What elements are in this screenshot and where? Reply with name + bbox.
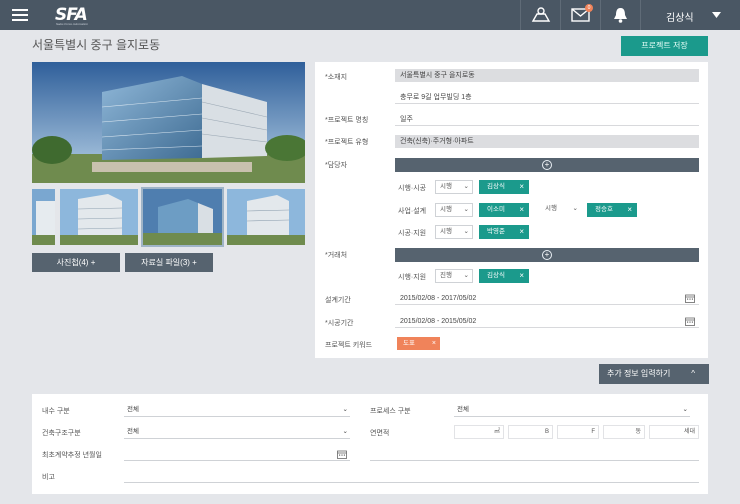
remove-icon: ×: [519, 205, 524, 214]
project-type-label: *프로젝트 유형: [325, 139, 369, 146]
more-info-toggle-button[interactable]: 추가 정보 입력하기 ^: [599, 364, 709, 384]
domestic-select[interactable]: 전체 ⌄: [124, 403, 350, 417]
structure-select[interactable]: 전체 ⌄: [124, 425, 350, 439]
calendar-icon[interactable]: [337, 450, 347, 459]
structure-label: 건축구조구분: [42, 430, 81, 437]
bell-icon: [614, 8, 627, 23]
chevron-down-icon: ⌄: [342, 406, 348, 413]
user-name[interactable]: 김상식: [666, 9, 694, 24]
manager-role: 사업·설계: [398, 208, 427, 215]
chevron-down-icon: ⌄: [342, 428, 348, 435]
manager-label: *담당자: [325, 162, 348, 169]
chevron-down-icon: ⌄: [463, 206, 469, 213]
building-image: [32, 62, 305, 183]
address-detail-field[interactable]: 충무로 9길 업무빌딩 1층: [395, 91, 699, 104]
chevron-down-icon: ⌄: [682, 406, 688, 413]
remove-icon: ×: [431, 340, 436, 347]
map-icon: [531, 7, 551, 22]
photo-thumbnail[interactable]: [227, 189, 305, 245]
area-label: 연면적: [370, 430, 390, 437]
floors-input[interactable]: F: [557, 425, 599, 439]
remove-icon: ×: [519, 227, 524, 236]
manager-role: 시공·지원: [398, 230, 427, 237]
add-plus-icon[interactable]: +: [542, 160, 552, 170]
client-label: *거래처: [325, 252, 348, 259]
households-input[interactable]: 세대: [649, 425, 699, 439]
additional-info-panel: 내수 구분 전체 ⌄ 프로세스 구분 전체 ⌄ 건축구조구분 전체 ⌄ 연면적 ㎡ B…: [32, 394, 708, 494]
keyword-label: 프로젝트 키워드: [325, 342, 373, 349]
design-period-label: 설계기간: [325, 297, 351, 304]
buildings-input[interactable]: 동: [603, 425, 645, 439]
photo-thumbnail[interactable]: [60, 189, 138, 245]
address-label: *소재지: [325, 74, 348, 81]
calendar-icon[interactable]: [685, 317, 695, 326]
chevron-down-icon: ⌄: [463, 272, 469, 279]
area-input[interactable]: ㎡: [454, 425, 504, 439]
basement-floors-input[interactable]: B: [508, 425, 553, 439]
client-chip[interactable]: 김상식 ×: [479, 269, 529, 283]
logo-subtitle: Sales Force Automation: [56, 22, 88, 26]
photo-thumbnail-selected[interactable]: [141, 187, 224, 247]
contract-date-field[interactable]: [124, 447, 350, 461]
photo-album-button[interactable]: 사진첩(4) +: [32, 253, 120, 272]
messages-button[interactable]: [560, 0, 600, 30]
caret-down-icon[interactable]: [712, 12, 721, 18]
project-type-field[interactable]: 건축(신축)·주거형·아파트: [395, 135, 699, 148]
chevron-down-icon: ⌄: [463, 183, 469, 190]
manager-chip[interactable]: 이소미 ×: [479, 203, 529, 217]
project-name-field[interactable]: 일주: [395, 113, 699, 126]
save-project-button[interactable]: 프로젝트 저장: [621, 36, 708, 56]
manager-role: 시행·시공: [398, 185, 427, 192]
note-field[interactable]: [124, 469, 699, 483]
top-navigation-bar: SFA Sales Force Automation 0 김상식: [0, 0, 740, 30]
chevron-down-icon: ⌄: [572, 205, 578, 212]
map-button[interactable]: [520, 0, 560, 30]
process-label: 프로세스 구분: [370, 408, 411, 415]
manager-role-select[interactable]: 시행 ⌄: [435, 225, 473, 239]
design-period-field[interactable]: 2015/02/08 - 2017/05/02: [395, 292, 699, 305]
contract-date-label: 최초계약추정 년월일: [42, 452, 102, 459]
build-period-label: *시공기간: [325, 320, 354, 327]
manager-role-select[interactable]: 시행 ⌄: [435, 203, 473, 217]
add-plus-icon[interactable]: +: [542, 250, 552, 260]
manager-chip[interactable]: 박영준 ×: [479, 225, 529, 239]
manager-role-select[interactable]: 시행 ⌄: [541, 203, 581, 217]
note-label: 비고: [42, 474, 55, 481]
keyword-chip[interactable]: 도표 ×: [397, 337, 440, 350]
hamburger-menu-icon[interactable]: [10, 6, 32, 24]
manager-role-select[interactable]: 시행 ⌄: [435, 180, 473, 194]
notification-badge: 0: [585, 4, 593, 12]
manager-chip[interactable]: 정승호 ×: [587, 203, 637, 217]
main-building-photo[interactable]: [32, 62, 305, 183]
address-field[interactable]: 서울특별시 중구 을지로동: [395, 69, 699, 82]
calendar-icon[interactable]: [685, 294, 695, 303]
project-name-label: *프로젝트 명칭: [325, 117, 369, 124]
remove-icon: ×: [627, 205, 632, 214]
build-period-field[interactable]: 2015/02/08 - 2015/05/02: [395, 315, 699, 328]
add-manager-bar[interactable]: +: [395, 158, 699, 172]
photo-thumbnail[interactable]: [32, 189, 55, 245]
file-archive-button[interactable]: 자료실 파일(3) +: [125, 253, 213, 272]
contract-date-extra-field[interactable]: [370, 447, 699, 461]
manager-chip[interactable]: 김상식 ×: [479, 180, 529, 194]
process-select[interactable]: 전체 ⌄: [454, 403, 690, 417]
domestic-label: 내수 구분: [42, 408, 70, 415]
add-client-bar[interactable]: +: [395, 248, 699, 262]
remove-icon: ×: [519, 182, 524, 191]
client-role: 시행·지원: [398, 274, 427, 281]
project-info-panel: *소재지 서울특별시 중구 을지로동 충무로 9길 업무빌딩 1층 *프로젝트 …: [315, 62, 708, 358]
alarm-button[interactable]: [600, 0, 640, 30]
chevron-down-icon: ⌄: [463, 228, 469, 235]
chevron-up-icon: ^: [691, 369, 695, 378]
page-title: 서울특별시 중구 을지로동: [32, 38, 161, 52]
remove-icon: ×: [519, 271, 524, 280]
client-role-select[interactable]: 진행 ⌄: [435, 269, 473, 283]
